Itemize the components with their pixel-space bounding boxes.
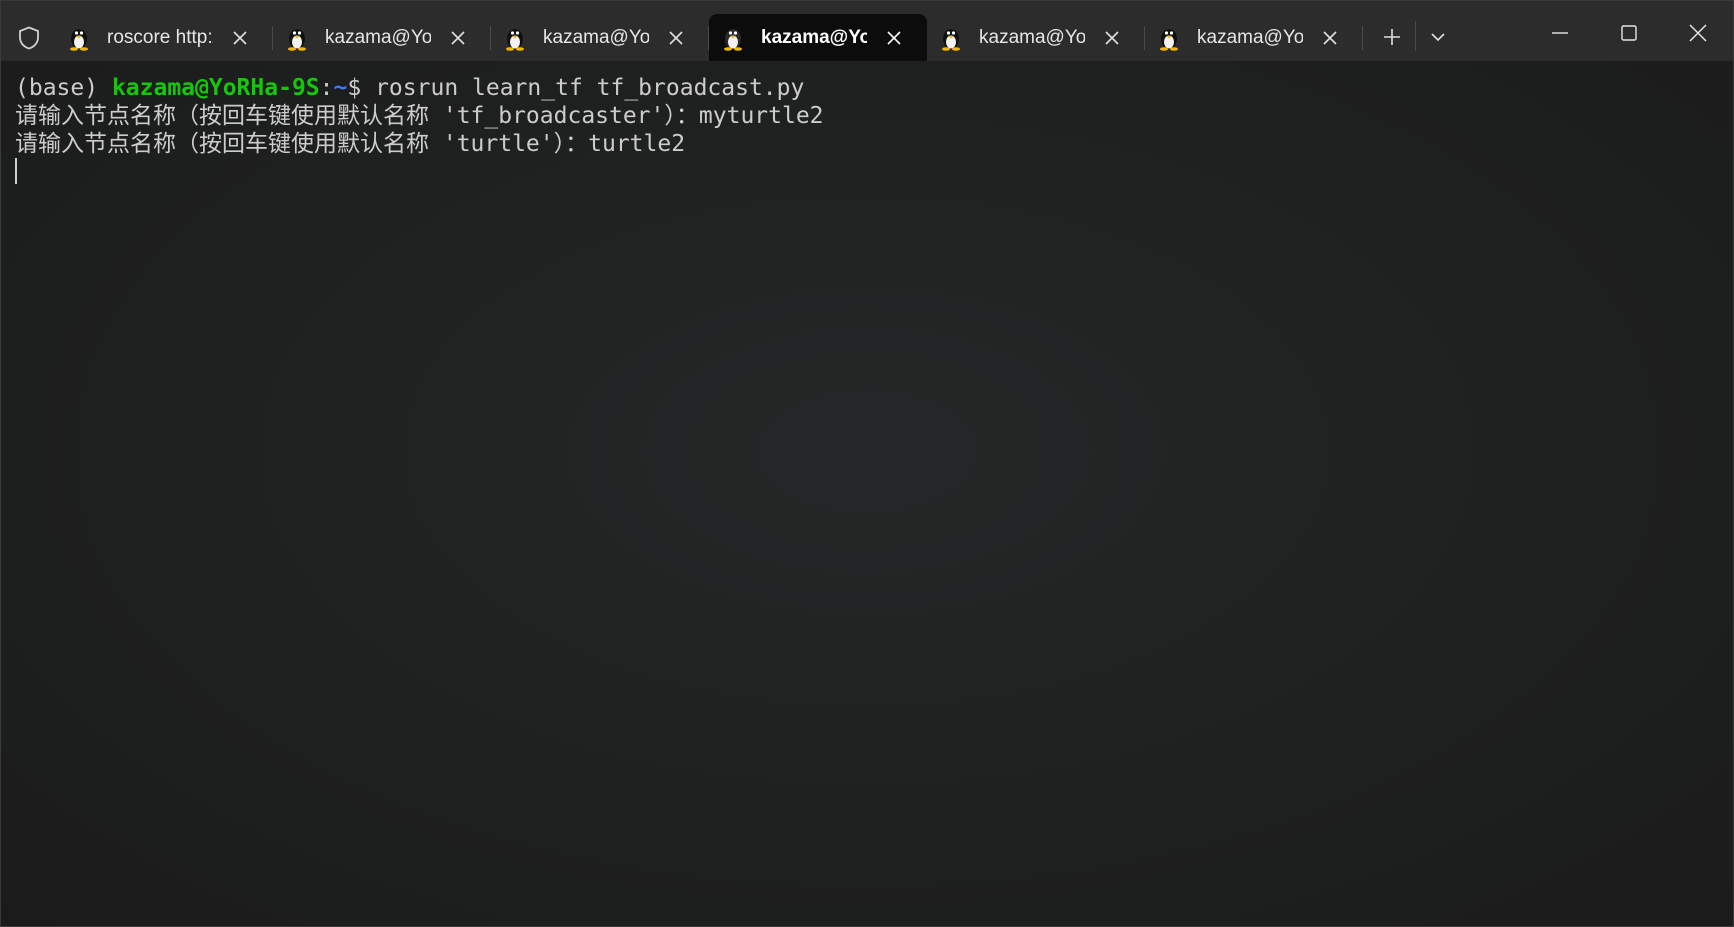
tab-kazama-4[interactable]: kazama@YoR xyxy=(927,14,1145,61)
tux-icon xyxy=(1160,28,1178,51)
toolbar-divider xyxy=(1415,21,1416,51)
tab-roscore[interactable]: roscore http:/ xyxy=(55,14,273,61)
tab-title: roscore http:/ xyxy=(107,26,213,48)
text-cursor xyxy=(15,158,17,184)
tux-icon xyxy=(506,28,524,51)
tux-icon xyxy=(70,28,88,51)
terminal-output[interactable]: (base) kazama@YoRHa-9S:~$ rosrun learn_t… xyxy=(1,61,1733,926)
tab-close-icon[interactable] xyxy=(1101,27,1123,49)
tab-title: kazama@YoR xyxy=(761,26,867,48)
tab-close-icon[interactable] xyxy=(447,27,469,49)
tux-icon xyxy=(288,28,306,51)
tab-close-icon[interactable] xyxy=(665,27,687,49)
close-icon xyxy=(1689,24,1707,42)
tab-title: kazama@YoR xyxy=(979,26,1085,48)
chevron-down-icon xyxy=(1431,33,1445,42)
tab-close-icon[interactable] xyxy=(883,27,905,49)
tab-title: kazama@YoR xyxy=(1197,26,1303,48)
tab-dropdown-button[interactable] xyxy=(1422,23,1454,51)
prompt-command: rosrun learn_tf tf_broadcast.py xyxy=(375,75,805,101)
new-tab-button[interactable] xyxy=(1376,23,1408,51)
output-line: 请输入节点名称（按回车键使用默认名称 'tf_broadcaster'）：myt… xyxy=(15,103,824,129)
plus-icon xyxy=(1384,29,1400,45)
tab-kazama-1[interactable]: kazama@YoR xyxy=(273,14,491,61)
tab-kazama-2[interactable]: kazama@YoR xyxy=(491,14,709,61)
prompt-env: (base) xyxy=(15,75,112,101)
output-line: 请输入节点名称（按回车键使用默认名称 'turtle'）：turtle2 xyxy=(15,131,686,157)
maximize-icon xyxy=(1621,25,1637,41)
title-bar[interactable]: roscore http:/ kazama@YoR xyxy=(1,1,1733,61)
minimize-icon xyxy=(1552,32,1568,34)
tab-kazama-active[interactable]: kazama@YoR xyxy=(709,14,927,61)
tab-title: kazama@YoR xyxy=(325,26,431,48)
prompt-colon: : xyxy=(319,75,334,101)
prompt-dollar: $ xyxy=(347,75,376,101)
tab-kazama-5[interactable]: kazama@YoR xyxy=(1145,14,1363,61)
shield-icon[interactable] xyxy=(15,24,43,52)
tab-close-icon[interactable] xyxy=(1319,27,1341,49)
tab-close-icon[interactable] xyxy=(229,27,251,49)
prompt-user-host: kazama@YoRHa-9S xyxy=(111,75,320,101)
tab-divider xyxy=(1362,26,1363,50)
prompt-line: (base) kazama@YoRHa-9S:~$ rosrun learn_t… xyxy=(15,74,804,102)
close-window-button[interactable] xyxy=(1668,9,1728,57)
minimize-button[interactable] xyxy=(1530,9,1590,57)
prompt-path: ~ xyxy=(333,75,348,101)
tux-icon xyxy=(724,28,742,51)
terminal-window: roscore http:/ kazama@YoR xyxy=(0,0,1734,927)
tux-icon xyxy=(942,28,960,51)
tab-strip: roscore http:/ kazama@YoR xyxy=(55,14,1363,61)
maximize-button[interactable] xyxy=(1599,9,1659,57)
tab-title: kazama@YoR xyxy=(543,26,649,48)
